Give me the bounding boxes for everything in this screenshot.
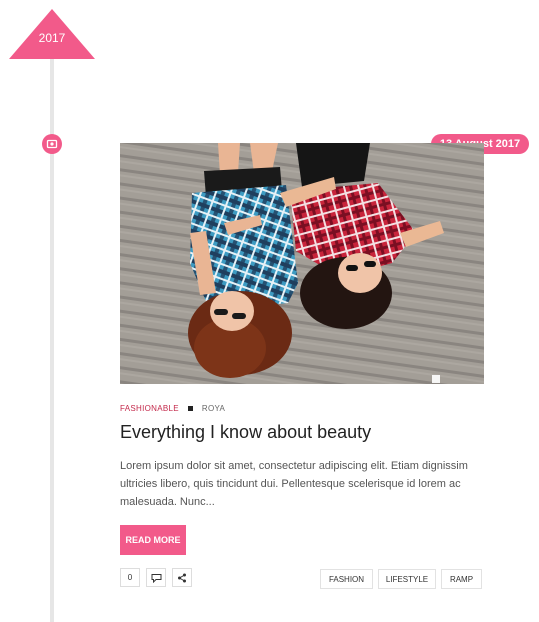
like-button[interactable]: 0 [120, 568, 140, 587]
post-category-link[interactable]: FASHIONABLE [120, 404, 179, 413]
post-author-link[interactable]: ROYA [202, 404, 225, 413]
comment-button[interactable] [146, 568, 166, 587]
share-icon [178, 573, 186, 582]
post-meta: FASHIONABLE ROYA [120, 404, 225, 413]
tag-lifestyle[interactable]: LIFESTYLE [378, 569, 436, 589]
post-excerpt: Lorem ipsum dolor sit amet, consectetur … [120, 460, 468, 508]
image-icon [46, 139, 58, 149]
share-button[interactable] [172, 568, 192, 587]
like-count: 0 [127, 573, 133, 582]
tag-fashion[interactable]: FASHION [320, 569, 373, 589]
year-label: 2017 [38, 31, 66, 45]
tag-ramp[interactable]: RAMP [441, 569, 482, 589]
post-featured-image[interactable] [120, 143, 484, 384]
year-badge: 2017 [9, 9, 95, 59]
read-more-button[interactable]: READ MORE [120, 525, 186, 555]
featured-photo [120, 143, 484, 384]
comment-icon [151, 573, 161, 583]
meta-separator [187, 406, 193, 411]
post-format-image-icon [42, 134, 62, 154]
post-title[interactable]: Everything I know about beauty [120, 422, 371, 443]
